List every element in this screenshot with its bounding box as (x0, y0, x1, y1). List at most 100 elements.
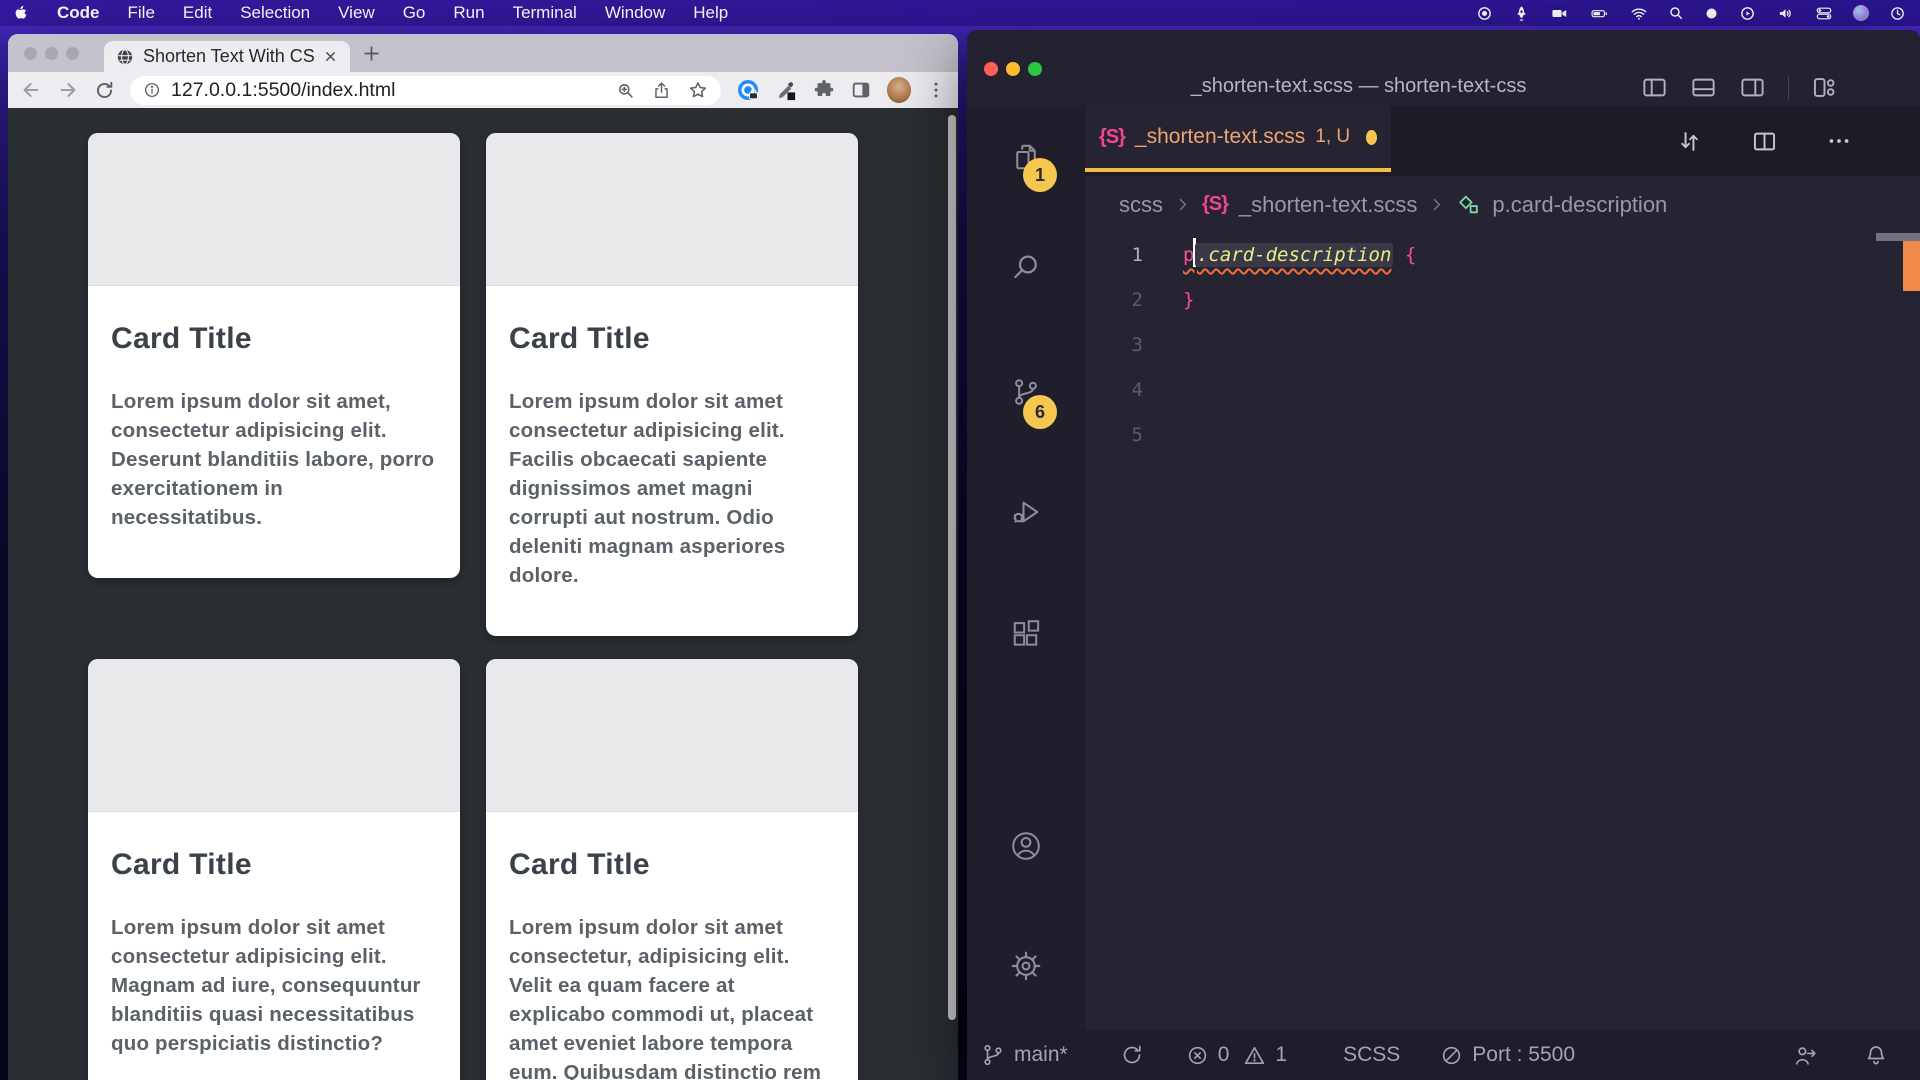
volume-icon[interactable] (1776, 5, 1795, 22)
toggle-primary-sidebar-icon[interactable] (1641, 74, 1668, 101)
unsaved-changes-dot[interactable] (1366, 130, 1377, 145)
port-label: Port : 5500 (1472, 1043, 1575, 1067)
window-title: _shorten-text.scss — shorten-text-css (1077, 75, 1640, 98)
clock-icon[interactable] (1889, 5, 1906, 22)
new-tab-button[interactable] (362, 44, 381, 63)
forward-button[interactable] (57, 79, 79, 101)
language-mode[interactable]: SCSS (1343, 1043, 1400, 1067)
browser-scrollbar[interactable] (948, 115, 956, 1020)
spotlight-search-icon[interactable] (1668, 5, 1684, 22)
settings-gear-icon[interactable] (967, 950, 1085, 982)
problems-status[interactable]: 0 1 (1186, 1043, 1287, 1067)
scss-file-icon: {S} (1202, 193, 1228, 216)
breadcrumb-file[interactable]: _shorten-text.scss (1239, 192, 1418, 218)
menu-run[interactable]: Run (453, 3, 484, 23)
battery-icon[interactable] (1589, 5, 1610, 22)
close-window-button[interactable] (984, 62, 998, 76)
status-dot-icon[interactable] (1704, 5, 1719, 22)
reload-button[interactable] (94, 80, 115, 101)
bookmark-star-icon[interactable] (688, 80, 708, 100)
editor-tab-active[interactable]: {S} _shorten-text.scss 1, U (1085, 106, 1391, 172)
branch-name: main* (1014, 1043, 1068, 1067)
rocket-icon[interactable] (1513, 5, 1530, 22)
card-image-placeholder (486, 659, 858, 812)
zoom-window-button[interactable] (66, 47, 79, 60)
minimize-window-button[interactable] (45, 47, 58, 60)
siri-icon[interactable] (1853, 5, 1869, 22)
menu-edit[interactable]: Edit (183, 3, 212, 23)
macos-menu-bar: Code File Edit Selection View Go Run Ter… (0, 0, 1920, 26)
more-actions-icon[interactable] (1826, 128, 1852, 154)
profile-avatar[interactable] (887, 77, 911, 103)
accounts-icon[interactable] (967, 830, 1085, 862)
extensions-icon[interactable] (967, 619, 1085, 649)
toggle-secondary-sidebar-icon[interactable] (1739, 74, 1766, 101)
vscode-traffic-lights (984, 62, 1042, 76)
card-image-placeholder (88, 133, 460, 286)
menu-selection[interactable]: Selection (240, 3, 310, 23)
open-changes-icon[interactable] (1676, 128, 1703, 155)
menu-go[interactable]: Go (403, 3, 426, 23)
breadcrumb-folder[interactable]: scss (1119, 192, 1163, 218)
line-number: 3 (1085, 323, 1143, 368)
customize-layout-icon[interactable] (1811, 74, 1838, 101)
browser-menu-dots-icon[interactable] (926, 80, 946, 100)
git-branch-status[interactable]: main* (981, 1043, 1068, 1067)
error-icon (1186, 1044, 1209, 1067)
git-branch-icon (981, 1043, 1005, 1067)
menu-help[interactable]: Help (693, 3, 728, 23)
card-title: Card Title (509, 322, 835, 356)
warning-icon (1243, 1044, 1266, 1067)
notifications-bell-icon[interactable] (1864, 1043, 1888, 1067)
control-center-toggles-icon[interactable] (1815, 5, 1833, 22)
menu-file[interactable]: File (128, 3, 155, 23)
share-icon[interactable] (652, 81, 671, 100)
titlebar-divider (1788, 77, 1789, 99)
css-selector-symbol-icon (1456, 192, 1481, 217)
code-editor[interactable]: 1 p.card-description { 2 } 3 4 5 (1085, 233, 1920, 1030)
close-tab-icon[interactable] (323, 49, 338, 64)
browser-traffic-lights (24, 47, 79, 60)
address-bar[interactable]: 127.0.0.1:5500/index.html (130, 76, 721, 105)
minimize-window-button[interactable] (1006, 62, 1020, 76)
screen-record-icon[interactable] (1476, 5, 1493, 22)
apple-logo-icon[interactable] (14, 5, 29, 22)
zoom-page-icon[interactable] (616, 81, 635, 100)
card-title: Card Title (111, 848, 437, 882)
web-page-viewport: Card Title Lorem ipsum dolor sit amet, c… (8, 108, 958, 1080)
activity-bar: 1 6 (967, 106, 1085, 1030)
back-button[interactable] (20, 79, 42, 101)
url-text[interactable]: 127.0.0.1:5500/index.html (171, 79, 395, 102)
line-number: 1 (1085, 233, 1143, 278)
menu-view[interactable]: View (338, 3, 375, 23)
toggle-panel-icon[interactable] (1690, 74, 1717, 101)
breadcrumb-symbol[interactable]: p.card-description (1492, 192, 1667, 218)
run-and-debug-icon[interactable] (967, 497, 1085, 527)
menu-app-name[interactable]: Code (57, 3, 100, 23)
password-manager-icon[interactable] (736, 78, 760, 102)
editor-scrollbar[interactable] (1876, 233, 1920, 241)
card-title: Card Title (111, 322, 437, 356)
menu-window[interactable]: Window (605, 3, 665, 23)
zoom-window-button[interactable] (1028, 62, 1042, 76)
split-editor-icon[interactable] (1751, 128, 1778, 155)
sync-icon (1120, 1043, 1144, 1067)
search-icon[interactable] (967, 252, 1085, 282)
color-picker-extension-icon[interactable] (775, 79, 798, 102)
sync-changes-button[interactable] (1120, 1043, 1144, 1067)
screen-mirroring-icon[interactable] (1739, 5, 1756, 22)
browser-tab[interactable]: Shorten Text With CSS (104, 41, 350, 72)
video-camera-icon[interactable] (1550, 5, 1569, 22)
wifi-icon[interactable] (1630, 5, 1648, 22)
close-window-button[interactable] (24, 47, 37, 60)
extensions-puzzle-icon[interactable] (813, 79, 835, 101)
menu-terminal[interactable]: Terminal (513, 3, 577, 23)
browser-toolbar: 127.0.0.1:5500/index.html (8, 72, 958, 108)
live-server-port[interactable]: Port : 5500 (1440, 1043, 1575, 1067)
feedback-person-icon[interactable] (1793, 1043, 1818, 1068)
site-info-icon[interactable] (143, 81, 161, 99)
source-control-badge: 6 (1023, 395, 1057, 429)
explorer-badge: 1 (1023, 158, 1057, 192)
tab-title: Shorten Text With CSS (143, 46, 314, 67)
side-panel-icon[interactable] (850, 79, 872, 101)
